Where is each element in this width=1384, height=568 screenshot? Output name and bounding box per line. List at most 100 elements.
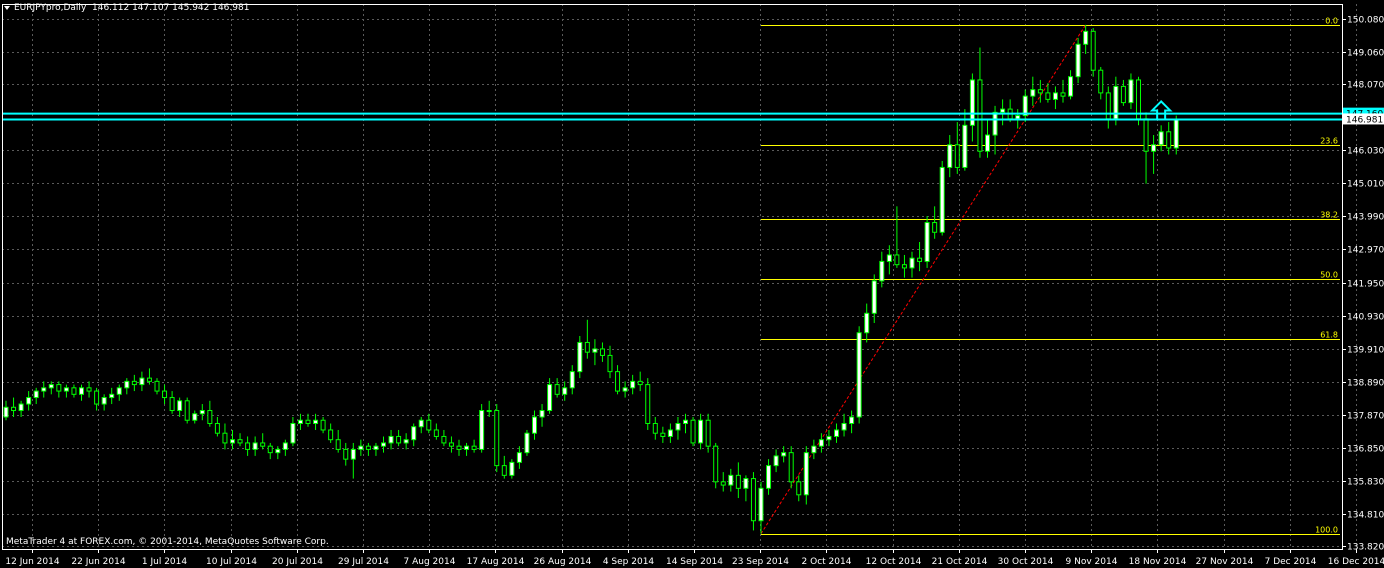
candle-body: [954, 144, 960, 168]
candle-body: [735, 474, 741, 489]
y-tick-label: 136.850: [1347, 445, 1384, 455]
candle-body: [599, 348, 605, 356]
x-tick-label: 30 Oct 2014: [998, 557, 1054, 567]
candle-body: [826, 435, 832, 441]
candle-body: [728, 474, 734, 486]
candle-body: [796, 481, 802, 496]
candle-body: [94, 390, 100, 405]
candle-body: [811, 445, 817, 454]
candle-body: [622, 387, 628, 392]
candle-body: [486, 410, 492, 413]
candle-body: [494, 410, 500, 467]
candle-body: [879, 260, 885, 282]
candle-body: [652, 422, 658, 434]
x-tick-label: 16 Dec 2014: [1328, 557, 1384, 567]
candle-body: [237, 439, 243, 444]
candle: [479, 404, 485, 453]
y-tick-label: 137.870: [1347, 412, 1384, 422]
candle-body: [584, 341, 590, 353]
candle-body: [841, 422, 847, 431]
y-tick-label: 138.890: [1347, 379, 1384, 389]
candle-body: [464, 445, 470, 450]
candle-body: [1151, 144, 1157, 152]
y-tick-label: 135.830: [1347, 478, 1384, 488]
candle-body: [1015, 115, 1021, 120]
candle-body: [864, 312, 870, 334]
candle-body: [297, 419, 303, 424]
candle-body: [177, 400, 183, 412]
x-tick-label: 2 Oct 2014: [802, 557, 852, 567]
candle-body: [1098, 69, 1104, 94]
candle-body: [290, 422, 296, 444]
y-tick-label: 139.910: [1347, 346, 1384, 356]
candle-body: [683, 419, 688, 424]
candle-body: [162, 390, 168, 399]
candle-body: [448, 442, 454, 447]
candle-body: [471, 445, 477, 450]
candle-body: [381, 442, 386, 447]
x-tick-label: 7 Aug 2014: [404, 557, 456, 567]
candle-body: [1128, 79, 1134, 104]
candle-body: [713, 445, 719, 483]
price-chart[interactable]: 0.0 23.6 38.2 50.0 61.8 100.0 150.080 149.060 1…: [0, 0, 1384, 568]
candle-body: [720, 481, 726, 486]
x-tick-label: 12 Oct 2014: [866, 557, 922, 567]
caret-down-icon[interactable]: [4, 5, 10, 10]
candle-body: [909, 257, 915, 269]
candle-body: [516, 452, 522, 463]
candle-body: [1083, 30, 1089, 45]
candle-body: [818, 439, 824, 447]
candle-body: [773, 455, 779, 467]
candle-body: [985, 134, 990, 152]
candle-body: [781, 452, 787, 457]
candle-body: [886, 254, 892, 262]
x-tick-label: 14 Sep 2014: [666, 557, 723, 567]
candle-body: [411, 426, 417, 441]
candle-body: [245, 442, 251, 450]
candle: [1136, 76, 1141, 126]
candle-body: [335, 439, 341, 450]
candle: [856, 326, 862, 424]
candle-body: [41, 387, 47, 392]
x-tick-label: 22 Jun 2014: [71, 557, 125, 567]
candle: [690, 417, 696, 447]
candle-body: [698, 419, 704, 444]
candle-body: [71, 387, 77, 395]
candle-body: [509, 461, 515, 476]
candle-body: [992, 111, 998, 136]
candle-body: [396, 435, 402, 444]
candle-body: [313, 419, 319, 424]
candle-body: [1173, 118, 1179, 149]
candle-body: [607, 354, 613, 373]
candle-body: [1143, 118, 1149, 152]
candle: [509, 459, 515, 479]
candle-body: [146, 377, 152, 382]
candle-body: [532, 416, 537, 434]
x-tick-label: 10 Jul 2014: [206, 557, 257, 567]
candle-body: [222, 432, 228, 444]
candle-body: [131, 380, 137, 386]
candle-body: [260, 442, 266, 447]
candle-body: [116, 387, 122, 395]
candle-body: [275, 448, 281, 454]
candle-body: [56, 384, 62, 392]
x-tick-label: 12 Jun 2014: [5, 557, 59, 567]
candle-body: [750, 478, 756, 522]
candle-body: [109, 393, 115, 399]
candle-body: [63, 387, 69, 392]
candle-body: [1037, 89, 1043, 94]
x-tick-label: 29 Jul 2014: [338, 557, 389, 567]
x-tick-label: 4 Sep 2014: [603, 557, 655, 567]
candle: [1090, 28, 1096, 77]
candle-body: [592, 348, 598, 353]
candle-body: [743, 478, 749, 489]
candle-body: [1105, 92, 1111, 120]
candle-body: [26, 397, 32, 405]
candle-body: [705, 419, 711, 447]
candle-body: [426, 419, 432, 431]
candle-body: [101, 397, 107, 405]
x-tick-label: 18 Nov 2014: [1129, 557, 1187, 567]
candle-body: [373, 445, 379, 450]
candle: [494, 404, 500, 473]
candle-body: [320, 419, 326, 431]
